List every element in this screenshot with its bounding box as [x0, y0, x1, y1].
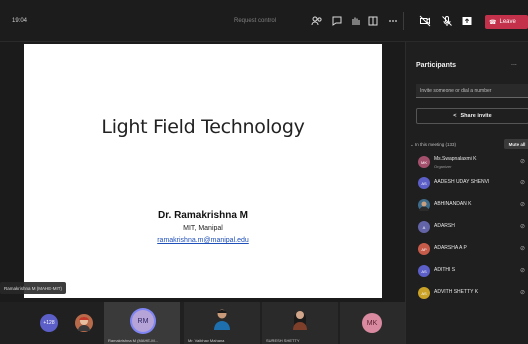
participant-row[interactable]: A ADARSH ⊘ [406, 217, 528, 237]
presenter-avatar: RM [132, 310, 154, 332]
raise-hand-icon[interactable] [348, 14, 362, 28]
tile-name: Ramakrishna M (MAHE-M... [108, 338, 159, 343]
request-control-button[interactable]: Request control [234, 18, 276, 24]
participant-photo [212, 306, 232, 330]
share-invite-label: Share invite [460, 113, 492, 119]
overflow-count-badge[interactable]: +128 [40, 314, 58, 332]
participant-role: Organizer [434, 164, 452, 169]
video-tile[interactable]: Mr. Vaibhav Mahana [184, 302, 260, 344]
in-meeting-header[interactable]: ⌄ In this meeting (133) [410, 142, 456, 148]
mic-off-icon[interactable]: ⊘ [520, 158, 526, 166]
participant-avatar: AS [418, 287, 430, 299]
participant-name: Ms.Swapnalaxmi K [434, 156, 477, 162]
participant-avatar: AS [418, 265, 430, 277]
mic-off-icon[interactable]: ⊘ [520, 179, 526, 187]
participant-avatar: MK [418, 156, 430, 168]
participant-row[interactable]: AP ADARSHA A P ⊘ [406, 239, 528, 259]
participant-row[interactable]: AS ADITHI S ⊘ [406, 261, 528, 281]
tile-name: Mr. Vaibhav Mahana [188, 338, 225, 343]
share-screen-icon[interactable] [460, 14, 474, 28]
participant-name: ADVITH SHETTY K [434, 289, 479, 295]
mic-off-icon[interactable]: ⊘ [520, 201, 526, 209]
participant-name: AADESH UDAY SHENVI [434, 179, 490, 185]
participant-row[interactable]: MK Ms.Swapnalaxmi K Organizer ⊘ [406, 152, 528, 172]
participant-photo [418, 199, 430, 211]
mic-off-icon[interactable] [440, 14, 454, 28]
participant-photo [290, 306, 310, 330]
participant-avatar: AS [418, 177, 430, 189]
participant-avatar: A [418, 221, 430, 233]
participant-avatar: MK [362, 313, 382, 333]
participants-panel: Participants ... Invite someone or dial … [405, 42, 528, 344]
mic-off-icon[interactable]: ⊘ [520, 267, 526, 275]
participant-row[interactable]: AS AADESH UDAY SHENVI ⊘ [406, 173, 528, 193]
tile-name: SURESH SHETTY [266, 338, 300, 343]
video-tile-presenter[interactable]: RM Ramakrishna M (MAHE-M... [104, 302, 180, 344]
camera-off-icon[interactable] [418, 14, 432, 28]
meeting-toolbar: 19:04 Request control ☎ Leave [0, 0, 528, 42]
mic-off-icon[interactable]: ⊘ [520, 289, 526, 297]
participant-row[interactable]: ABHINANDAN K ⊘ [406, 195, 528, 215]
slide-title: Light Field Technology [101, 116, 305, 138]
toolbar-divider [403, 12, 404, 30]
share-invite-button[interactable]: < Share invite [416, 108, 528, 124]
people-icon[interactable] [310, 14, 324, 28]
slide-author: Dr. Ramakrishna M [157, 210, 249, 221]
participant-avatar: AP [418, 243, 430, 255]
presenter-name-tag: Ramakrishna M (MAHE-MIT) [0, 282, 67, 294]
slide-affiliation: MIT, Manipal [183, 225, 223, 232]
video-tile[interactable] [70, 302, 98, 344]
share-icon: < [453, 113, 457, 119]
invite-input[interactable]: Invite someone or dial a number [416, 84, 528, 98]
rooms-icon[interactable] [366, 14, 380, 28]
panel-more-icon[interactable]: ... [511, 60, 517, 67]
participant-name: ADARSHA A P [434, 245, 467, 251]
shared-content-stage: Light Field Technology Dr. Ramakrishna M… [0, 42, 405, 302]
mic-off-icon[interactable]: ⊘ [520, 245, 526, 253]
panel-title: Participants [416, 62, 457, 69]
participant-row[interactable]: AS ADVITH SHETTY K ⊘ [406, 283, 528, 303]
more-options-icon[interactable] [386, 14, 400, 28]
leave-button[interactable]: ☎ Leave [485, 15, 528, 29]
slide-email-link[interactable]: ramakrishna.m@manipal.edu [24, 237, 382, 244]
video-tile[interactable]: MK [340, 302, 405, 344]
participant-name: ABHINANDAN K [434, 201, 472, 207]
participant-name: ADITHI S [434, 267, 456, 273]
participant-name: ADARSH [434, 223, 455, 229]
phone-hangup-icon: ☎ [489, 19, 497, 26]
mic-off-icon[interactable]: ⊘ [520, 223, 526, 231]
video-tile[interactable]: SURESH SHETTY [262, 302, 338, 344]
chat-icon[interactable] [330, 14, 344, 28]
participant-photo [75, 314, 93, 332]
presentation-slide: Light Field Technology Dr. Ramakrishna M… [24, 44, 382, 298]
meeting-timer: 19:04 [12, 18, 28, 24]
participant-gallery: +128 RM Ramakrishna M (MAHE-M... Mr. Vai… [0, 302, 405, 344]
mute-all-button[interactable]: Mute all [504, 139, 528, 149]
leave-label: Leave [499, 19, 516, 25]
